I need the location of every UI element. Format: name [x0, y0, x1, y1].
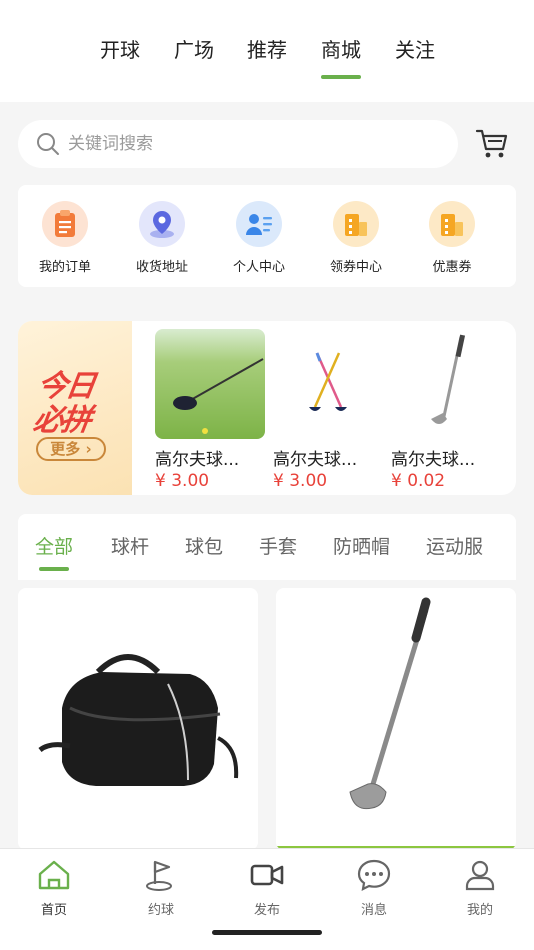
tab-shangcheng[interactable]: 商城	[321, 34, 361, 79]
building-coupon-icon	[333, 201, 379, 247]
product-card[interactable]	[276, 588, 516, 850]
group-buy-banner[interactable]: 今日 必拼 更多 ›	[18, 321, 132, 495]
more-button[interactable]: 更多 ›	[36, 437, 106, 461]
location-pin-icon	[139, 201, 185, 247]
category-sun-hats[interactable]: 防晒帽	[333, 532, 390, 559]
tab-publish[interactable]: 发布	[227, 857, 307, 918]
tab-label: 约球	[147, 903, 174, 918]
promo-product[interactable]: 高尔夫球... ¥ 0.02	[391, 329, 501, 491]
clipboard-icon	[42, 201, 88, 247]
banner-title-line2: 必拼	[31, 403, 92, 438]
quick-link-address[interactable]: 收货地址	[122, 201, 202, 275]
product-name: 高尔夫球...	[273, 450, 358, 470]
chat-bubble-icon	[334, 857, 414, 893]
category-bags[interactable]: 球包	[185, 532, 223, 559]
tab-label: 消息	[360, 903, 387, 918]
home-indicator	[212, 930, 322, 935]
tab-label: 发布	[253, 903, 280, 918]
product-image-golf-bag	[38, 654, 239, 786]
quick-link-coupon-center[interactable]: 领券中心	[316, 201, 396, 275]
quick-link-label: 领券中心	[329, 260, 382, 275]
category-sportswear[interactable]: 运动服	[426, 532, 483, 559]
product-name: 高尔夫球...	[155, 450, 240, 470]
user-icon	[440, 857, 520, 893]
product-image-golf-wedge	[391, 329, 501, 439]
quick-links: 我的订单 收货地址 个人中心 领券中心 优惠券	[18, 185, 516, 287]
promo-product[interactable]: 高尔夫球... ¥ 3.00	[155, 329, 265, 491]
tab-yueqiu[interactable]: 约球	[121, 857, 201, 918]
product-name: 高尔夫球...	[391, 450, 476, 470]
tab-label: 首页	[40, 903, 67, 918]
product-card[interactable]	[18, 588, 258, 850]
user-profile-icon	[236, 201, 282, 247]
category-gloves[interactable]: 手套	[259, 532, 297, 559]
quick-link-label: 我的订单	[38, 260, 91, 275]
tab-kaiqiu[interactable]: 开球	[100, 34, 140, 63]
quick-link-profile[interactable]: 个人中心	[219, 201, 299, 275]
quick-link-orders[interactable]: 我的订单	[25, 201, 105, 275]
tab-messages[interactable]: 消息	[334, 857, 414, 918]
tab-guangchang[interactable]: 广场	[174, 34, 214, 63]
golf-flag-icon	[121, 857, 201, 893]
top-nav: 开球 广场 推荐 商城 关注	[0, 0, 534, 102]
video-camera-icon	[227, 857, 307, 893]
product-price: ¥ 3.00	[273, 471, 328, 491]
product-image-golf-clubs-crossed	[273, 329, 383, 439]
category-all[interactable]: 全部	[35, 532, 73, 571]
group-buy-section: 今日 必拼 更多 › 高尔夫球... ¥ 3.00 高尔夫球... ¥ 3.00…	[18, 321, 516, 495]
coupon-icon	[429, 201, 475, 247]
product-image-golf-wedge	[276, 597, 516, 850]
search-input[interactable]	[68, 128, 438, 160]
quick-link-label: 优惠券	[432, 260, 472, 275]
search-bar[interactable]	[18, 120, 458, 168]
tab-home[interactable]: 首页	[14, 857, 94, 918]
product-image-golf-driver	[155, 329, 265, 439]
tab-mine[interactable]: 我的	[440, 857, 520, 918]
tab-tuijian[interactable]: 推荐	[247, 34, 287, 63]
promo-product[interactable]: 高尔夫球... ¥ 3.00	[273, 329, 383, 491]
quick-link-coupons[interactable]: 优惠券	[412, 201, 492, 275]
category-tabs: 全部 球杆 球包 手套 防晒帽 运动服	[18, 514, 516, 580]
product-price: ¥ 3.00	[155, 471, 210, 491]
tab-guanzhu[interactable]: 关注	[395, 34, 435, 63]
search-icon	[37, 133, 59, 155]
quick-link-label: 个人中心	[232, 260, 285, 275]
tab-label: 我的	[466, 903, 493, 918]
category-clubs[interactable]: 球杆	[111, 532, 149, 559]
shopping-cart-icon[interactable]	[474, 125, 510, 161]
product-price: ¥ 0.02	[391, 471, 446, 491]
home-icon	[14, 857, 94, 893]
quick-link-label: 收货地址	[135, 260, 188, 275]
